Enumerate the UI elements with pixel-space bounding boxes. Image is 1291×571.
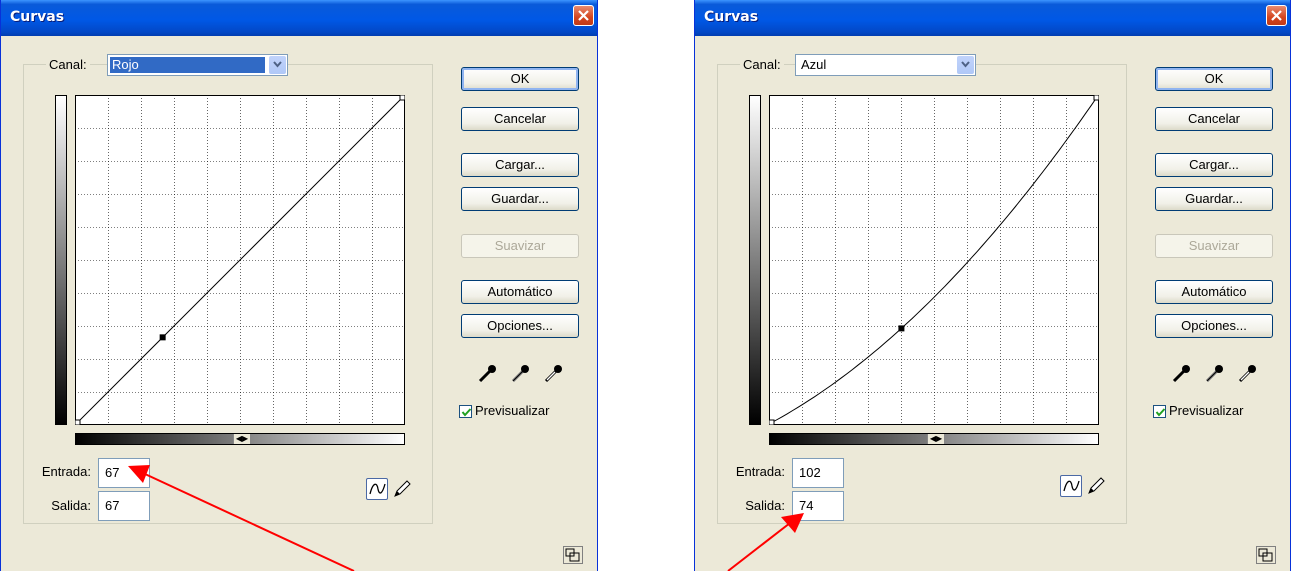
ok-button[interactable]: OK xyxy=(1155,67,1273,91)
input-field[interactable]: 102 xyxy=(792,458,844,488)
channel-value: Azul xyxy=(801,57,827,72)
input-gradient-bar[interactable]: ◀▶ xyxy=(75,433,405,445)
curves-dialog-red: Curvas Canal: Rojo ◀▶ Entrada: 67 Salida… xyxy=(0,0,598,571)
curve-endpoint-black xyxy=(75,419,81,425)
close-button[interactable] xyxy=(1266,5,1287,26)
curve-endpoint-white xyxy=(1093,95,1099,101)
graph-frame xyxy=(769,95,1099,425)
options-button[interactable]: Opciones... xyxy=(1155,314,1273,338)
output-value: 67 xyxy=(105,498,120,513)
close-button[interactable] xyxy=(573,5,594,26)
input-label: Entrada: xyxy=(41,464,91,479)
chevron-down-icon[interactable] xyxy=(269,56,286,74)
output-label: Salida: xyxy=(745,498,785,513)
curve-control-point xyxy=(159,334,166,341)
curve-graph-svg xyxy=(769,95,1099,425)
save-button[interactable]: Guardar... xyxy=(1155,187,1273,211)
options-button[interactable]: Opciones... xyxy=(461,314,579,338)
input-label: Entrada: xyxy=(735,464,785,479)
curve-endpoint-white xyxy=(399,95,405,101)
chevron-down-icon[interactable] xyxy=(957,56,974,74)
channel-select[interactable]: Rojo xyxy=(107,54,288,76)
resize-icon[interactable] xyxy=(1256,546,1276,564)
gray-eyedropper-icon[interactable] xyxy=(511,363,531,383)
gray-eyedropper-icon[interactable] xyxy=(1205,363,1225,383)
title-bar[interactable]: Curvas xyxy=(1,0,597,36)
gradient-toggle-icon[interactable]: ◀▶ xyxy=(233,434,251,444)
save-button[interactable]: Guardar... xyxy=(461,187,579,211)
curve-graph[interactable] xyxy=(769,95,1099,425)
curve-endpoint-black xyxy=(769,419,775,425)
pencil-tool-icon[interactable] xyxy=(1085,475,1107,497)
checkmark-icon xyxy=(461,408,472,417)
output-field[interactable]: 74 xyxy=(792,491,844,521)
gradient-toggle-icon[interactable]: ◀▶ xyxy=(927,434,945,444)
white-eyedropper-icon[interactable] xyxy=(1238,363,1258,383)
channel-label: Canal: xyxy=(46,57,90,72)
preview-checkbox[interactable] xyxy=(459,405,472,418)
input-field[interactable]: 67 xyxy=(98,458,150,488)
curve-tool-icon[interactable] xyxy=(366,478,388,500)
curves-dialog-blue: Curvas Canal: Azul ◀▶ Entrada: 102 Salid… xyxy=(694,0,1291,571)
preview-label: Previsualizar xyxy=(475,403,550,418)
output-field[interactable]: 67 xyxy=(98,491,150,521)
curve-graph[interactable] xyxy=(75,95,405,425)
channel-value: Rojo xyxy=(110,57,265,73)
load-button[interactable]: Cargar... xyxy=(461,153,579,177)
curve-tool-icon[interactable] xyxy=(1060,475,1082,497)
preview-checkbox[interactable] xyxy=(1153,405,1166,418)
title-bar[interactable]: Curvas xyxy=(695,0,1290,36)
output-value: 74 xyxy=(799,498,814,513)
close-icon xyxy=(1271,10,1282,21)
close-icon xyxy=(578,10,589,21)
dialog-title: Curvas xyxy=(704,9,759,25)
auto-button[interactable]: Automático xyxy=(1155,280,1273,304)
ok-button[interactable]: OK xyxy=(461,67,579,91)
white-eyedropper-icon[interactable] xyxy=(544,363,564,383)
checkmark-icon xyxy=(1155,408,1166,417)
channel-label: Canal: xyxy=(740,57,784,72)
input-value: 67 xyxy=(105,465,120,480)
load-button[interactable]: Cargar... xyxy=(1155,153,1273,177)
curve-graph-svg xyxy=(75,95,405,425)
black-eyedropper-icon[interactable] xyxy=(1172,363,1192,383)
pencil-tool-icon[interactable] xyxy=(391,478,413,500)
smooth-button[interactable]: Suavizar xyxy=(461,234,579,258)
input-value: 102 xyxy=(799,465,821,480)
output-gradient-bar xyxy=(55,95,67,425)
cancel-button[interactable]: Cancelar xyxy=(1155,107,1273,131)
preview-label: Previsualizar xyxy=(1169,403,1244,418)
cancel-button[interactable]: Cancelar xyxy=(461,107,579,131)
channel-select[interactable]: Azul xyxy=(795,54,976,76)
resize-icon[interactable] xyxy=(563,546,583,564)
smooth-button[interactable]: Suavizar xyxy=(1155,234,1273,258)
dialog-title: Curvas xyxy=(10,9,65,25)
black-eyedropper-icon[interactable] xyxy=(478,363,498,383)
auto-button[interactable]: Automático xyxy=(461,280,579,304)
output-gradient-bar xyxy=(749,95,761,425)
output-label: Salida: xyxy=(51,498,91,513)
input-gradient-bar[interactable]: ◀▶ xyxy=(769,433,1099,445)
curve-control-point xyxy=(898,325,905,332)
